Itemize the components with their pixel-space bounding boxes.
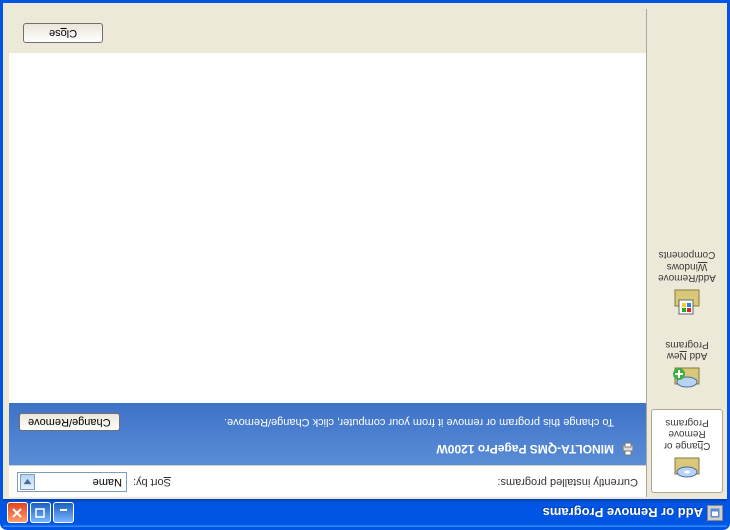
sidebar-item-windows-components[interactable]: Add/Remove Windows Components (651, 242, 723, 326)
cd-box-icon (671, 454, 703, 486)
main-panel: Currently installed programs: Sort by: N… (9, 9, 647, 497)
change-remove-button[interactable]: Change/Remove (19, 413, 120, 431)
body-area: Change or Remove Programs Add New Progra… (3, 3, 727, 499)
close-window-button[interactable] (7, 503, 28, 524)
maximize-button[interactable] (30, 503, 51, 524)
printer-icon (620, 441, 636, 457)
titlebar[interactable]: Add or Remove Programs (3, 499, 727, 527)
footer: Close (9, 9, 646, 53)
sidebar-item-label: Add New Programs (654, 339, 720, 362)
topbar: Currently installed programs: Sort by: N… (9, 466, 646, 497)
window-title: Add or Remove Programs (74, 506, 703, 521)
window-controls (7, 503, 74, 524)
sort-by-dropdown[interactable]: Name (17, 472, 127, 492)
sidebar: Change or Remove Programs Add New Progra… (647, 3, 727, 499)
program-list: MINOLTA-QMS PagePro 1200W To change this… (9, 53, 646, 466)
sort-by-value: Name (93, 476, 122, 488)
window: Add or Remove Programs Change or Remove … (0, 0, 730, 530)
program-item-selected[interactable]: MINOLTA-QMS PagePro 1200W To change this… (9, 403, 646, 465)
app-icon (707, 505, 723, 521)
program-name: MINOLTA-QMS PagePro 1200W (436, 442, 614, 456)
program-hint: To change this program or remove it from… (130, 416, 614, 428)
sidebar-item-label: Add/Remove Windows Components (654, 249, 720, 284)
chevron-down-icon (20, 474, 35, 490)
minimize-button[interactable] (53, 503, 74, 524)
sidebar-item-change-remove[interactable]: Change or Remove Programs (651, 410, 723, 494)
cd-plus-icon (671, 365, 703, 397)
installed-programs-label: Currently installed programs: (497, 476, 638, 488)
windows-box-icon (671, 287, 703, 319)
sort-by-label: Sort by: (133, 476, 171, 488)
sidebar-item-add-new[interactable]: Add New Programs (651, 332, 723, 404)
sidebar-item-label: Change or Remove Programs (654, 417, 720, 452)
close-button[interactable]: Close (23, 23, 103, 43)
